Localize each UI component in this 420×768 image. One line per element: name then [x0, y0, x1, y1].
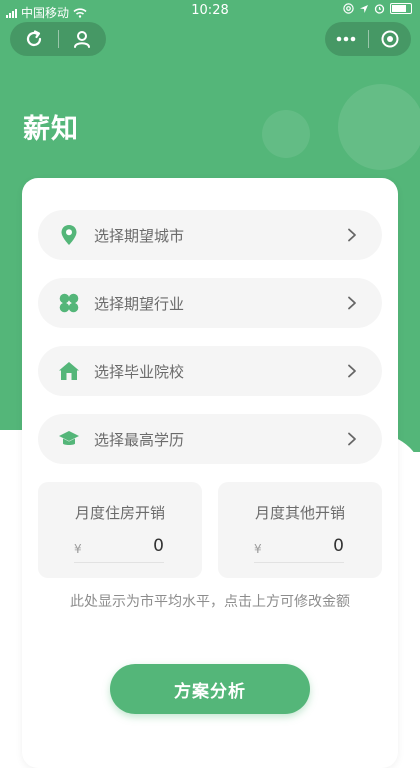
more-button[interactable] [325, 22, 368, 56]
other-cost-box: 月度其他开销 ¥ 0 [218, 482, 382, 578]
target-icon [381, 30, 399, 48]
housing-cost-value: 0 [153, 536, 164, 556]
select-industry-row[interactable]: 选择期望行业 [38, 278, 382, 328]
chevron-right-icon [342, 361, 362, 381]
battery-icon [390, 3, 412, 14]
average-hint-text: 此处显示为市平均水平，点击上方可修改金额 [70, 594, 350, 610]
graduation-cap-icon [58, 428, 80, 450]
form-card: 选择期望城市 选择期望行业 选择毕业院校 选择最高学历 月度住房开销 ¥ 0 月… [22, 178, 398, 768]
close-miniprogram-button[interactable] [369, 22, 412, 56]
housing-cost-input[interactable]: ¥ 0 [74, 536, 164, 563]
chevron-right-icon [342, 225, 362, 245]
currency-symbol: ¥ [254, 542, 262, 556]
select-city-label: 选择期望城市 [94, 226, 185, 245]
more-icon [336, 36, 356, 42]
chevron-right-icon [342, 429, 362, 449]
chevron-right-icon [342, 293, 362, 313]
analyze-button[interactable]: 方案分析 [110, 664, 310, 714]
select-degree-label: 选择最高学历 [94, 430, 185, 449]
currency-symbol: ¥ [74, 542, 82, 556]
house-icon [58, 360, 80, 382]
status-right [343, 3, 412, 14]
location-arrow-icon [360, 4, 368, 13]
select-school-row[interactable]: 选择毕业院校 [38, 346, 382, 396]
refresh-button[interactable] [10, 22, 58, 56]
other-cost-title: 月度其他开销 [254, 504, 345, 522]
select-city-row[interactable]: 选择期望城市 [38, 210, 382, 260]
decorative-bubble [338, 84, 420, 170]
status-bar: 中国移动 10:28 [0, 0, 420, 22]
other-cost-input[interactable]: ¥ 0 [254, 536, 344, 563]
decorative-bubble [262, 110, 310, 158]
select-degree-row[interactable]: 选择最高学历 [38, 414, 382, 464]
at-icon [343, 3, 354, 14]
refresh-icon [26, 30, 41, 47]
location-pin-icon [58, 224, 80, 246]
select-industry-label: 选择期望行业 [94, 294, 185, 313]
user-icon [74, 31, 91, 48]
other-cost-value: 0 [333, 536, 344, 556]
select-school-label: 选择毕业院校 [94, 362, 185, 381]
user-button[interactable] [59, 22, 107, 56]
app-title: 薪知 [23, 114, 79, 145]
housing-cost-box: 月度住房开销 ¥ 0 [38, 482, 202, 578]
nav-right-capsule [325, 22, 411, 56]
alarm-icon [374, 4, 385, 14]
nav-left-capsule [10, 22, 106, 56]
housing-cost-title: 月度住房开销 [74, 504, 165, 522]
clover-icon [58, 292, 80, 314]
